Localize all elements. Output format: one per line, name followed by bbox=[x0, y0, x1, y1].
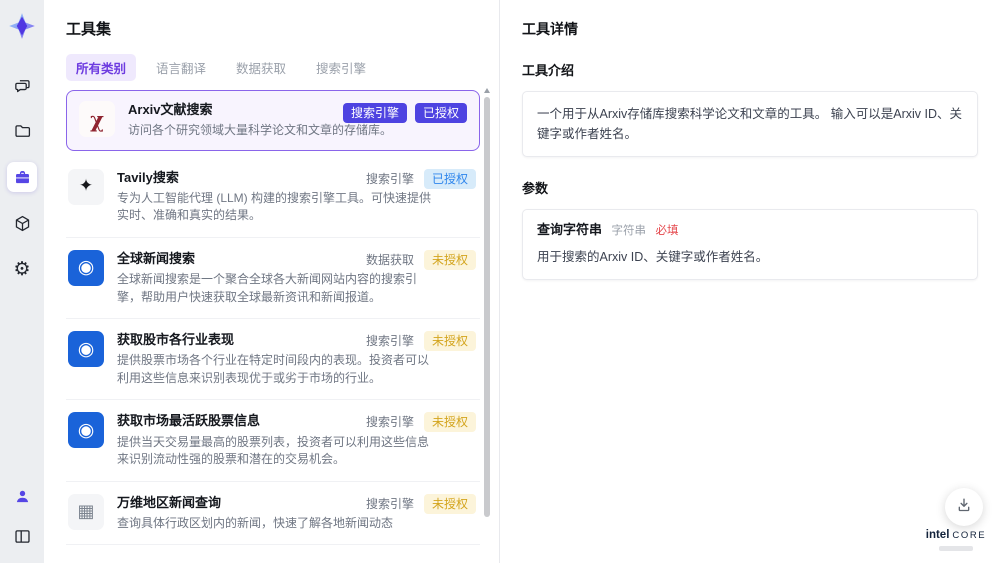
sidebar-bottom-nav bbox=[7, 481, 37, 551]
category-tabs: 所有类别 语言翻译 数据获取 搜索引擎 bbox=[66, 54, 499, 81]
tool-description: 查询具体行政区划内的新闻，快速了解各地新闻动态 bbox=[117, 515, 394, 530]
cube-icon bbox=[13, 214, 32, 233]
detail-title: 工具详情 bbox=[522, 21, 578, 37]
tool-description: 提供股票市场各个行业在特定时间段内的表现。投资者可以利用这些信息来识别表现优于或… bbox=[117, 353, 430, 385]
intro-text: 一个用于从Arxiv存储库搜索科学论文和文章的工具。 输入可以是Arxiv ID… bbox=[537, 107, 963, 141]
category-badge: 搜索引擎 bbox=[342, 103, 407, 123]
active-stocks-logo-icon: ◉ bbox=[68, 412, 104, 449]
tool-icon-glyph: χ bbox=[90, 106, 104, 132]
gear-icon: ⚙ bbox=[13, 257, 31, 280]
scrollbar-up-arrow-icon[interactable] bbox=[484, 88, 490, 93]
category-badge: 搜索引擎 bbox=[365, 496, 414, 511]
core-wordmark: CORE bbox=[952, 530, 987, 541]
auth-status-badge: 未授权 bbox=[423, 249, 476, 270]
auth-status-badge: 已授权 bbox=[423, 168, 476, 189]
arxiv-logo-icon: χ bbox=[79, 101, 115, 137]
user-icon bbox=[13, 487, 32, 506]
stock-sector-logo-icon: ◉ bbox=[68, 331, 104, 368]
category-badge: 搜索引擎 bbox=[365, 171, 414, 186]
tool-badges: 搜索引擎 未授权 bbox=[365, 412, 476, 433]
param-header-line: 查询字符串 字符串 必填 bbox=[537, 222, 963, 239]
app-logo-icon bbox=[8, 12, 36, 40]
tool-badges: 搜索引擎 已授权 bbox=[342, 103, 467, 123]
download-icon bbox=[955, 496, 973, 519]
sidebar-item-files[interactable] bbox=[7, 116, 37, 146]
sidebar-item-packages[interactable] bbox=[7, 208, 37, 238]
param-required-badge: 必填 bbox=[655, 225, 679, 237]
param-name: 查询字符串 bbox=[537, 222, 603, 237]
list-scrollbar[interactable] bbox=[483, 88, 491, 563]
tool-icon-glyph: ◉ bbox=[77, 418, 95, 441]
intro-box: 一个用于从Arxiv存储库搜索科学论文和文章的工具。 输入可以是Arxiv ID… bbox=[522, 91, 978, 157]
category-badge: 搜索引擎 bbox=[365, 415, 414, 430]
auth-status-badge: 未授权 bbox=[423, 493, 476, 514]
intel-core-logo: intel CORE bbox=[924, 525, 988, 551]
category-badge: 数据获取 bbox=[365, 252, 414, 267]
tool-description: 访问各个研究领域大量科学论文和文章的存储库。 bbox=[128, 123, 393, 138]
tool-description: 专为人工智能代理 (LLM) 构建的搜索引擎工具。可快速提供实时、准确和真实的结… bbox=[117, 190, 432, 223]
tool-icon-glyph: ▦ bbox=[77, 500, 95, 522]
chat-icon bbox=[13, 76, 32, 95]
download-button[interactable] bbox=[945, 488, 983, 526]
sidebar-nav: ⚙ bbox=[7, 70, 37, 284]
category-badge: 搜索引擎 bbox=[365, 334, 414, 349]
tool-card[interactable]: ◉ 获取股市各行业表现 提供股票市场各个行业在特定时间段内的表现。投资者可以利用… bbox=[66, 319, 480, 401]
page-title: 工具集 bbox=[66, 21, 112, 38]
tool-icon-glyph: ◉ bbox=[77, 337, 95, 360]
panel-layout-icon bbox=[13, 527, 32, 546]
tool-badges: 数据获取 未授权 bbox=[365, 249, 476, 270]
sidebar: ⚙ bbox=[0, 0, 44, 563]
tool-badges: 搜索引擎 未授权 bbox=[365, 331, 476, 352]
auth-status-badge: 未授权 bbox=[423, 331, 476, 352]
regional-news-logo-icon: ▦ bbox=[68, 493, 104, 530]
sidebar-item-settings[interactable]: ⚙ bbox=[7, 254, 37, 284]
tool-icon-glyph: ✦ bbox=[78, 176, 94, 197]
folder-icon bbox=[13, 122, 32, 141]
intel-core-wordmark: intel CORE bbox=[924, 525, 988, 543]
app-window: ⚙ 工具集 所有类别 语言翻译 数据获取 搜索引擎 χ Arxiv文献搜索 访问… bbox=[0, 0, 1000, 563]
category-tab[interactable]: 所有类别 bbox=[66, 54, 137, 81]
tool-card[interactable]: ◉ 全球新闻搜索 全球新闻搜索是一个聚合全球各大新闻网站内容的搜索引擎，帮助用户… bbox=[66, 238, 480, 320]
global-news-logo-icon: ◉ bbox=[68, 249, 104, 286]
intel-sub-brand bbox=[939, 546, 973, 551]
tool-card[interactable]: ▦ 万维地区新闻查询 查询具体行政区划内的新闻，快速了解各地新闻动态 搜索引擎 … bbox=[66, 482, 480, 546]
sidebar-item-collapse-panel[interactable] bbox=[7, 521, 37, 551]
tool-card[interactable]: ✦ Tavily搜索 专为人工智能代理 (LLM) 构建的搜索引擎工具。可快速提… bbox=[66, 157, 480, 238]
tool-icon-glyph: ◉ bbox=[77, 256, 95, 279]
tool-badges: 搜索引擎 已授权 bbox=[365, 168, 476, 189]
params-heading: 参数 bbox=[522, 181, 549, 196]
tool-card[interactable]: ◉ 获取市场最活跃股票信息 提供当天交易量最高的股票列表，投资者可以利用这些信息… bbox=[66, 400, 480, 482]
category-tab[interactable]: 语言翻译 bbox=[146, 54, 216, 81]
tool-card[interactable]: χ Arxiv文献搜索 访问各个研究领域大量科学论文和文章的存储库。 搜索引擎 … bbox=[66, 90, 480, 151]
tool-description: 全球新闻搜索是一个聚合全球各大新闻网站内容的搜索引擎，帮助用户快速获取全球最新资… bbox=[117, 272, 418, 304]
param-description: 用于搜索的Arxiv ID、关键字或作者姓名。 bbox=[537, 249, 769, 264]
toolbox-icon bbox=[13, 168, 32, 187]
tools-list: χ Arxiv文献搜索 访问各个研究领域大量科学论文和文章的存储库。 搜索引擎 … bbox=[66, 90, 480, 560]
tool-detail-panel: 工具详情 工具介绍 一个用于从Arxiv存储库搜索科学论文和文章的工具。 输入可… bbox=[500, 0, 1000, 563]
category-tab[interactable]: 数据获取 bbox=[226, 54, 296, 81]
intel-wordmark: intel bbox=[925, 529, 950, 541]
category-tab[interactable]: 搜索引擎 bbox=[306, 54, 376, 81]
scrollbar-thumb[interactable] bbox=[484, 97, 490, 517]
sidebar-item-account[interactable] bbox=[7, 481, 37, 511]
sidebar-item-chat[interactable] bbox=[7, 70, 37, 100]
param-box: 查询字符串 字符串 必填 用于搜索的Arxiv ID、关键字或作者姓名。 bbox=[522, 209, 978, 280]
param-type: 字符串 bbox=[611, 225, 647, 237]
auth-status-badge: 已授权 bbox=[414, 103, 467, 123]
sidebar-item-tools[interactable] bbox=[7, 162, 37, 192]
auth-status-badge: 未授权 bbox=[423, 412, 476, 433]
tavily-logo-icon: ✦ bbox=[68, 168, 104, 205]
tool-badges: 搜索引擎 未授权 bbox=[365, 493, 476, 514]
tool-description: 提供当天交易量最高的股票列表，投资者可以利用这些信息来识别流动性强的股票和潜在的… bbox=[117, 434, 430, 467]
intro-heading: 工具介绍 bbox=[522, 63, 575, 78]
tools-panel: 工具集 所有类别 语言翻译 数据获取 搜索引擎 χ Arxiv文献搜索 访问各个… bbox=[44, 0, 500, 563]
